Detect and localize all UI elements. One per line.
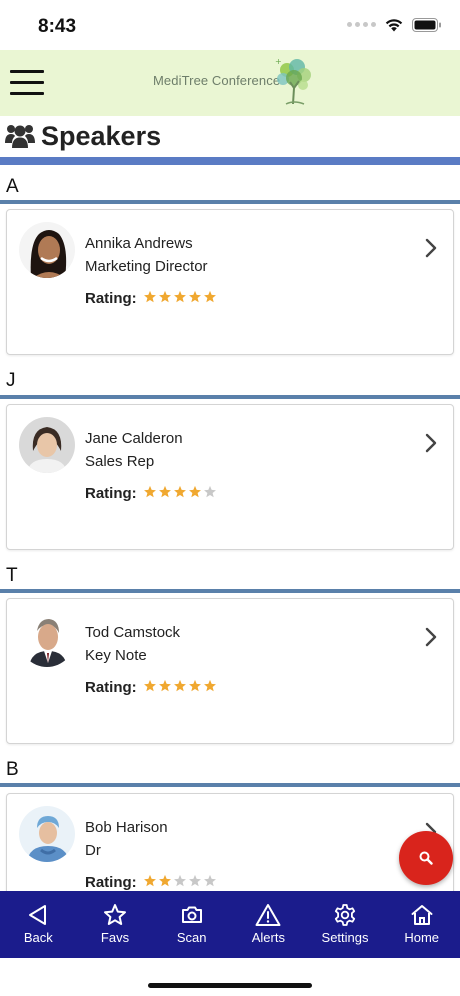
star-filled-icon — [158, 679, 171, 691]
rating-row: Rating: — [85, 485, 217, 502]
speaker-title: Marketing Director — [85, 258, 208, 275]
gear-icon — [334, 904, 356, 926]
star-empty-icon — [203, 874, 216, 886]
bottom-nav: Back Favs Scan Alerts Settings Home — [0, 891, 460, 958]
section-letter: B — [6, 759, 19, 780]
star-filled-icon — [188, 290, 201, 302]
app-header: MediTree Conference + — [0, 50, 460, 116]
star-filled-icon — [158, 874, 171, 886]
battery-icon — [412, 17, 441, 32]
speaker-card[interactable]: Jane Calderon Sales Rep Rating: — [6, 404, 454, 550]
back-triangle-icon — [29, 905, 47, 925]
nav-label: Home — [404, 930, 440, 945]
star-filled-icon — [158, 485, 171, 497]
title-divider — [0, 157, 460, 165]
star-outline-icon — [104, 904, 126, 925]
rating-row: Rating: — [85, 290, 217, 307]
nav-back[interactable]: Back — [0, 891, 77, 958]
nav-label: Favs — [100, 930, 130, 945]
star-filled-icon — [203, 679, 216, 691]
star-filled-icon — [143, 485, 156, 497]
star-filled-icon — [143, 874, 156, 886]
speaker-card[interactable]: Bob Harison Dr Rating: — [6, 793, 454, 893]
menu-hamburger-icon[interactable] — [10, 70, 46, 98]
chevron-right-icon — [425, 433, 437, 453]
nav-favs[interactable]: Favs — [77, 891, 154, 958]
star-filled-icon — [203, 290, 216, 302]
chevron-right-icon — [425, 627, 437, 647]
star-filled-icon — [173, 290, 186, 302]
speaker-title: Key Note — [85, 647, 147, 664]
star-filled-icon — [143, 290, 156, 302]
speaker-name: Bob Harison — [85, 819, 168, 836]
status-bar: 8:43 — [0, 0, 460, 50]
home-indicator — [148, 983, 312, 988]
section-divider — [0, 200, 460, 204]
star-filled-icon — [143, 679, 156, 691]
wifi-icon — [385, 19, 403, 32]
star-filled-icon — [173, 485, 186, 497]
page-title: Speakers — [41, 121, 162, 151]
nav-scan[interactable]: Scan — [153, 891, 230, 958]
rating-row: Rating: — [85, 874, 217, 891]
speaker-name: Jane Calderon — [85, 430, 183, 447]
nav-label: Back — [23, 930, 53, 945]
speaker-card[interactable]: Tod Camstock Key Note Rating: — [6, 598, 454, 744]
nav-label: Alerts — [251, 930, 285, 945]
star-empty-icon — [203, 485, 216, 497]
users-group-icon — [5, 125, 35, 148]
nav-label: Settings — [321, 930, 369, 945]
rating-label: Rating: — [85, 679, 137, 696]
star-filled-icon — [188, 485, 201, 497]
nav-home[interactable]: Home — [383, 891, 460, 958]
section-letter: A — [6, 176, 19, 197]
nav-settings[interactable]: Settings — [307, 891, 384, 958]
section-divider — [0, 589, 460, 593]
search-icon — [419, 851, 433, 865]
rating-label: Rating: — [85, 485, 137, 502]
rating-row: Rating: — [85, 679, 217, 696]
rating-stars — [143, 290, 217, 304]
section-divider — [0, 783, 460, 787]
speaker-name: Tod Camstock — [85, 624, 181, 641]
svg-text:+: + — [275, 58, 282, 66]
home-indicator-area — [0, 958, 460, 996]
avatar — [19, 417, 75, 473]
cellular-signal-icon — [347, 22, 376, 27]
rating-stars — [143, 679, 217, 693]
camera-icon — [181, 906, 202, 923]
status-time: 8:43 — [38, 16, 77, 37]
section-divider — [0, 395, 460, 399]
speaker-title: Dr — [85, 842, 101, 859]
star-empty-icon — [188, 874, 201, 886]
brand-name: MediTree Conference — [153, 73, 281, 88]
page-title-row: Speakers — [0, 118, 460, 156]
chevron-right-icon — [425, 238, 437, 258]
section-letter: J — [6, 370, 16, 391]
tree-logo-icon: + — [275, 58, 311, 105]
warning-icon — [255, 904, 281, 926]
star-empty-icon — [173, 874, 186, 886]
star-filled-icon — [173, 679, 186, 691]
star-filled-icon — [188, 679, 201, 691]
rating-stars — [143, 874, 217, 888]
section-letter: T — [6, 565, 18, 586]
nav-alerts[interactable]: Alerts — [230, 891, 307, 958]
search-fab-button[interactable] — [399, 831, 453, 885]
speaker-name: Annika Andrews — [85, 235, 193, 252]
home-icon — [411, 905, 433, 925]
rating-label: Rating: — [85, 290, 137, 307]
avatar — [19, 611, 75, 667]
avatar — [19, 806, 75, 862]
rating-label: Rating: — [85, 874, 137, 891]
status-icons — [347, 17, 442, 32]
nav-label: Scan — [176, 930, 207, 945]
avatar — [19, 222, 75, 278]
rating-stars — [143, 485, 217, 499]
speaker-title: Sales Rep — [85, 453, 155, 470]
speaker-card[interactable]: Annika Andrews Marketing Director Rating… — [6, 209, 454, 355]
star-filled-icon — [158, 290, 171, 302]
